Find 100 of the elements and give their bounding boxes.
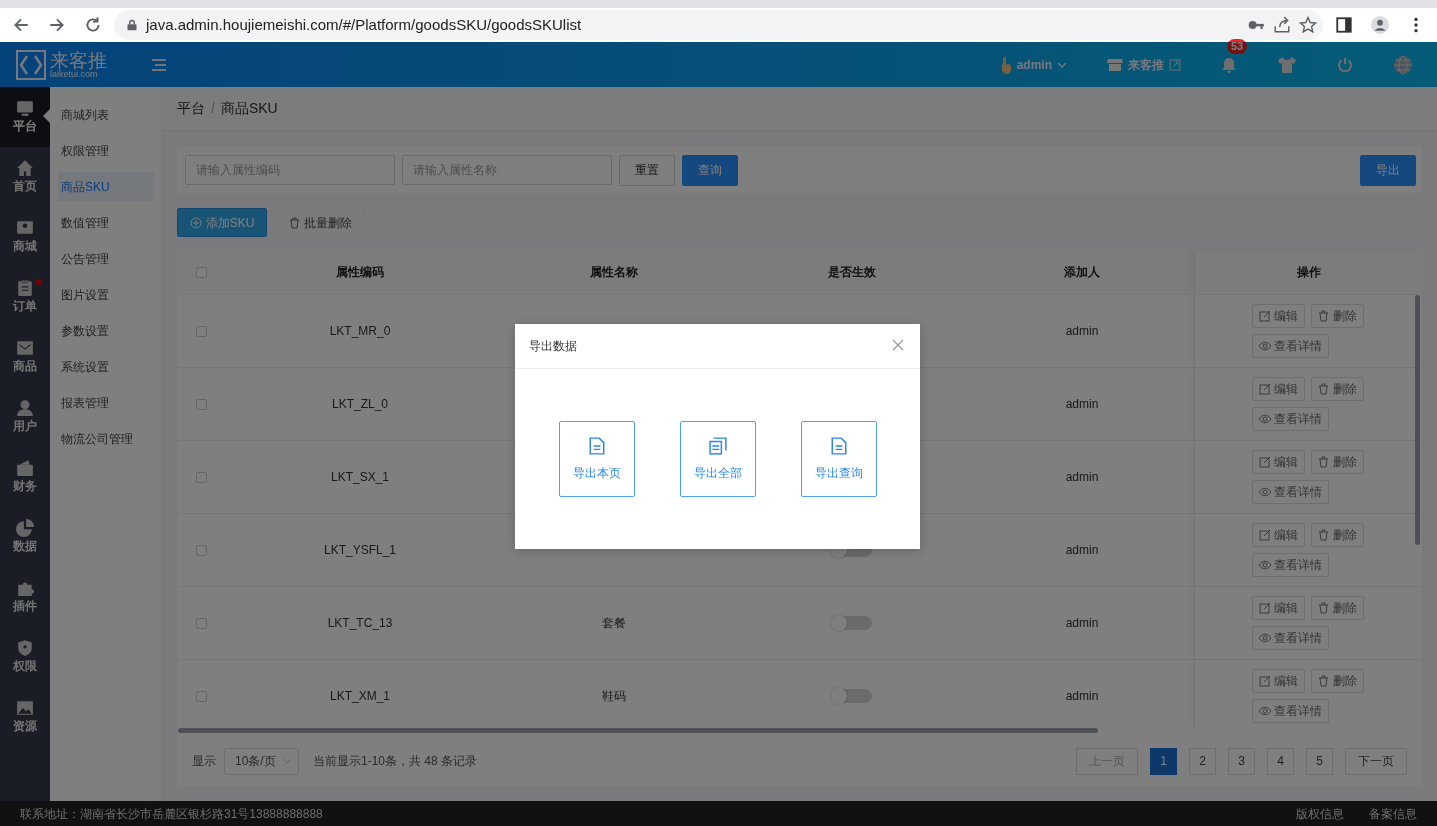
next-page-button[interactable]: 下一页 (1345, 747, 1407, 775)
back-icon[interactable] (12, 16, 30, 34)
share-icon[interactable] (1273, 16, 1291, 34)
export-option-button[interactable]: 导出全部 (679, 421, 756, 497)
checkbox[interactable] (195, 690, 207, 702)
page-button[interactable]: 5 (1306, 747, 1333, 775)
submenu-item[interactable]: 商品SKU (58, 172, 154, 201)
table-cell-text: admin (1065, 542, 1099, 559)
submenu-item[interactable]: 权限管理 (50, 133, 154, 169)
document-icon (829, 436, 848, 456)
nav-item[interactable]: 财务 (0, 447, 50, 507)
page-size-select[interactable]: 10条/页 (224, 747, 299, 775)
nav-item[interactable]: 平台 (0, 87, 50, 147)
reset-button[interactable]: 重置 (619, 154, 675, 186)
delete-button[interactable]: 删除 (1310, 669, 1364, 693)
trash-icon (1317, 675, 1330, 687)
delete-button[interactable]: 删除 (1310, 450, 1364, 474)
checkbox[interactable] (195, 266, 207, 278)
page-button[interactable]: 1 (1150, 747, 1177, 775)
view-details-button[interactable]: 查看详情 (1251, 334, 1329, 358)
submenu-item[interactable]: 系统设置 (50, 349, 154, 385)
nav-item[interactable]: 数据 (0, 507, 50, 567)
forward-icon[interactable] (48, 16, 66, 34)
export-button[interactable]: 导出 (1360, 154, 1416, 186)
shirt-icon[interactable] (1277, 55, 1297, 74)
toggle-switch[interactable] (831, 616, 872, 630)
view-details-button[interactable]: 查看详情 (1251, 480, 1329, 504)
nav-item[interactable]: 商城 (0, 207, 50, 267)
query-button[interactable]: 查询 (682, 154, 738, 186)
delete-button[interactable]: 删除 (1310, 304, 1364, 328)
toggle-switch[interactable] (831, 689, 872, 703)
eye-icon (1258, 705, 1271, 717)
table-cell-text: LKT_YSFL_1 (323, 542, 396, 559)
submenu-item[interactable]: 商城列表 (50, 97, 154, 133)
checkbox[interactable] (195, 617, 207, 629)
page-button[interactable]: 4 (1267, 747, 1294, 775)
submenu-item[interactable]: 物流公司管理 (50, 421, 154, 457)
nav-item[interactable]: 资源 (0, 687, 50, 747)
nav-item[interactable]: 首页 (0, 147, 50, 207)
checkbox[interactable] (195, 325, 207, 337)
edit-button[interactable]: 编辑 (1251, 669, 1305, 693)
edit-button[interactable]: 编辑 (1251, 523, 1305, 547)
image-icon (16, 699, 34, 717)
table-cell-text: 鞋码 (602, 688, 626, 705)
contact-address: 联系地址：湖南省长沙市岳麓区银杉路31号13888888888 (20, 805, 323, 823)
side-panel-icon[interactable] (1335, 16, 1353, 34)
logo-text: 来客推 (50, 50, 107, 70)
nav-item[interactable]: 商品 (0, 327, 50, 387)
breadcrumb-item: 商品SKU (220, 99, 278, 118)
delete-button[interactable]: 删除 (1310, 596, 1364, 620)
add-button[interactable]: 添加SKU (177, 208, 267, 237)
batch-delete-button[interactable]: 批量删除 (276, 208, 364, 237)
table-cell-text: admin (1065, 396, 1099, 413)
edit-button[interactable]: 编辑 (1251, 377, 1305, 401)
nav-item[interactable]: 订单 (0, 267, 50, 327)
user-menu[interactable]: admin (999, 55, 1067, 74)
submenu-item[interactable]: 图片设置 (50, 277, 154, 313)
submenu-item[interactable]: 报表管理 (50, 385, 154, 421)
view-details-button[interactable]: 查看详情 (1251, 553, 1329, 577)
footer-link[interactable]: 备案信息 (1369, 804, 1417, 823)
profile-icon[interactable] (1371, 16, 1389, 34)
trash-icon (1317, 383, 1330, 395)
export-option-button[interactable]: 导出本页 (558, 421, 635, 497)
trash-icon (1317, 602, 1330, 614)
nav-item[interactable]: 插件 (0, 567, 50, 627)
star-icon[interactable] (1299, 16, 1317, 34)
submenu-item[interactable]: 公告管理 (50, 241, 154, 277)
page-button[interactable]: 3 (1228, 747, 1255, 775)
view-details-button[interactable]: 查看详情 (1251, 699, 1329, 723)
power-icon[interactable] (1337, 56, 1353, 73)
table-cell-text: LKT_MR_0 (329, 323, 391, 340)
checkbox[interactable] (195, 471, 207, 483)
footer-link[interactable]: 版权信息 (1296, 804, 1344, 823)
delete-button[interactable]: 删除 (1310, 523, 1364, 547)
breadcrumb-item[interactable]: 平台 (177, 98, 205, 119)
checkbox[interactable] (195, 544, 207, 556)
pie-chart-icon (16, 519, 34, 537)
checkbox[interactable] (195, 398, 207, 410)
nav-item[interactable]: 权限 (0, 627, 50, 687)
edit-button[interactable]: 编辑 (1251, 596, 1305, 620)
submenu-item[interactable]: 参数设置 (50, 313, 154, 349)
view-details-button[interactable]: 查看详情 (1251, 626, 1329, 650)
delete-button[interactable]: 删除 (1310, 377, 1364, 401)
edit-button[interactable]: 编辑 (1251, 304, 1305, 328)
edit-button[interactable]: 编辑 (1251, 450, 1305, 474)
trash-icon (288, 216, 300, 229)
nav-item[interactable]: 用户 (0, 387, 50, 447)
bell-icon[interactable] (1221, 56, 1237, 73)
page-button[interactable]: 2 (1189, 747, 1216, 775)
globe-icon[interactable] (1393, 54, 1413, 75)
address-bar[interactable]: java.admin.houjiemeishi.com/#/Platform/goodsSKU/goodsSKUlist (114, 10, 1323, 40)
export-option-button[interactable]: 导出查询 (800, 421, 877, 497)
home-icon (16, 159, 34, 177)
vertical-scrollbar[interactable] (1415, 295, 1420, 545)
horizontal-scrollbar[interactable] (178, 728, 1098, 733)
view-details-button[interactable]: 查看详情 (1251, 407, 1329, 431)
reload-icon[interactable] (84, 16, 102, 34)
lock-icon (126, 18, 138, 32)
submenu-item[interactable]: 数值管理 (50, 205, 154, 241)
close-icon[interactable] (892, 339, 904, 351)
